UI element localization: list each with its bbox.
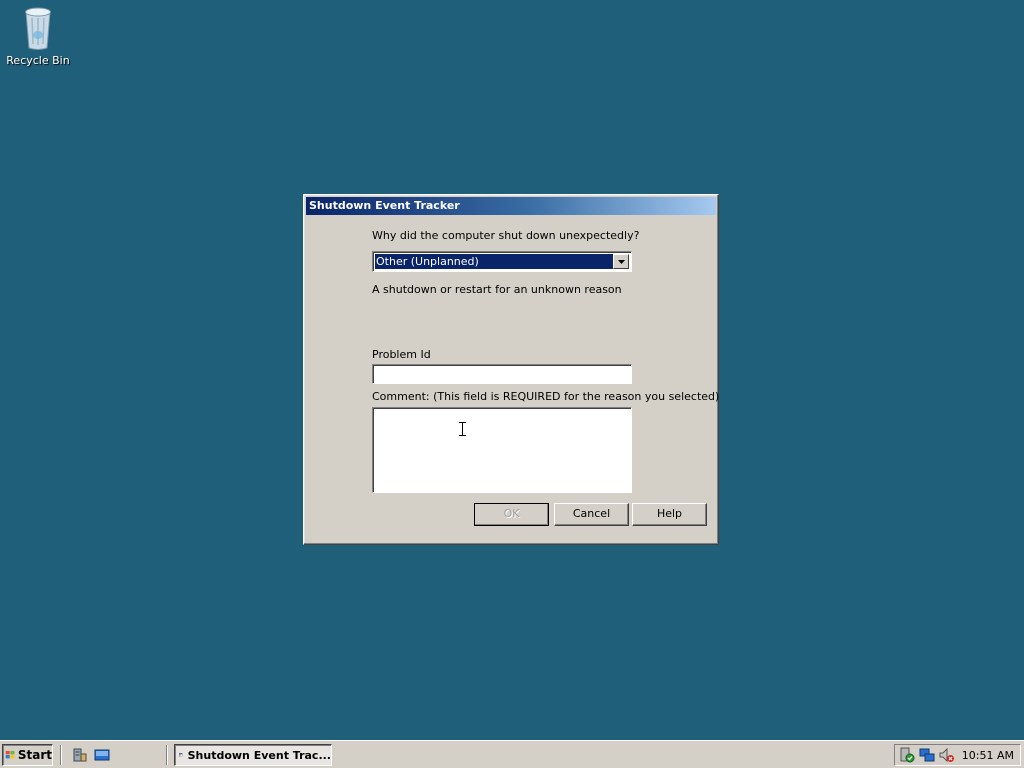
server-manager-icon[interactable] xyxy=(72,747,88,763)
problem-id-label: Problem Id xyxy=(372,348,431,361)
text-cursor-icon xyxy=(459,422,466,436)
start-label: Start xyxy=(17,748,52,762)
comment-label: Comment: (This field is REQUIRED for the… xyxy=(372,390,720,403)
taskbar-separator xyxy=(60,745,62,765)
cancel-button[interactable]: Cancel xyxy=(554,503,629,526)
windows-logo-icon xyxy=(5,750,15,759)
dialog-title-bar[interactable]: Shutdown Event Tracker xyxy=(306,197,716,215)
dialog-title: Shutdown Event Tracker xyxy=(309,199,460,212)
recycle-bin-label: Recycle Bin xyxy=(6,54,70,67)
shutdown-question-label: Why did the computer shut down unexpecte… xyxy=(372,229,640,242)
system-tray: 10:51 AM xyxy=(894,744,1021,766)
recycle-bin-desktop-icon[interactable]: Recycle Bin xyxy=(6,2,70,67)
recycle-bin-icon xyxy=(25,7,51,50)
security-shield-icon[interactable] xyxy=(899,747,915,763)
taskbar-item-shutdown-event-tracker[interactable]: Shutdown Event Trac... xyxy=(174,744,332,766)
problem-id-input[interactable] xyxy=(372,364,632,384)
dialog-window-icon xyxy=(179,753,183,757)
taskbar-separator xyxy=(166,745,168,765)
taskbar-item-label: Shutdown Event Trac... xyxy=(187,748,331,762)
ok-button[interactable]: OK xyxy=(474,503,549,526)
shutdown-reason-dropdown[interactable]: Other (Unplanned) xyxy=(372,251,632,272)
network-icon[interactable] xyxy=(919,747,935,763)
taskbar: Start Shutdown Event Trac... 10:51 AM xyxy=(0,740,1024,768)
reason-description: A shutdown or restart for an unknown rea… xyxy=(372,283,622,296)
shutdown-event-tracker-dialog: Shutdown Event Tracker Why did the compu… xyxy=(303,194,719,545)
dropdown-arrow-button[interactable] xyxy=(613,254,629,269)
volume-muted-icon[interactable] xyxy=(939,747,955,763)
chevron-down-icon xyxy=(617,259,625,264)
comment-textarea[interactable] xyxy=(372,407,632,493)
show-desktop-icon[interactable] xyxy=(94,747,110,763)
selected-reason: Other (Unplanned) xyxy=(375,254,613,269)
help-button[interactable]: Help xyxy=(632,503,707,526)
start-button[interactable]: Start xyxy=(2,744,53,766)
clock[interactable]: 10:51 AM xyxy=(962,749,1014,762)
